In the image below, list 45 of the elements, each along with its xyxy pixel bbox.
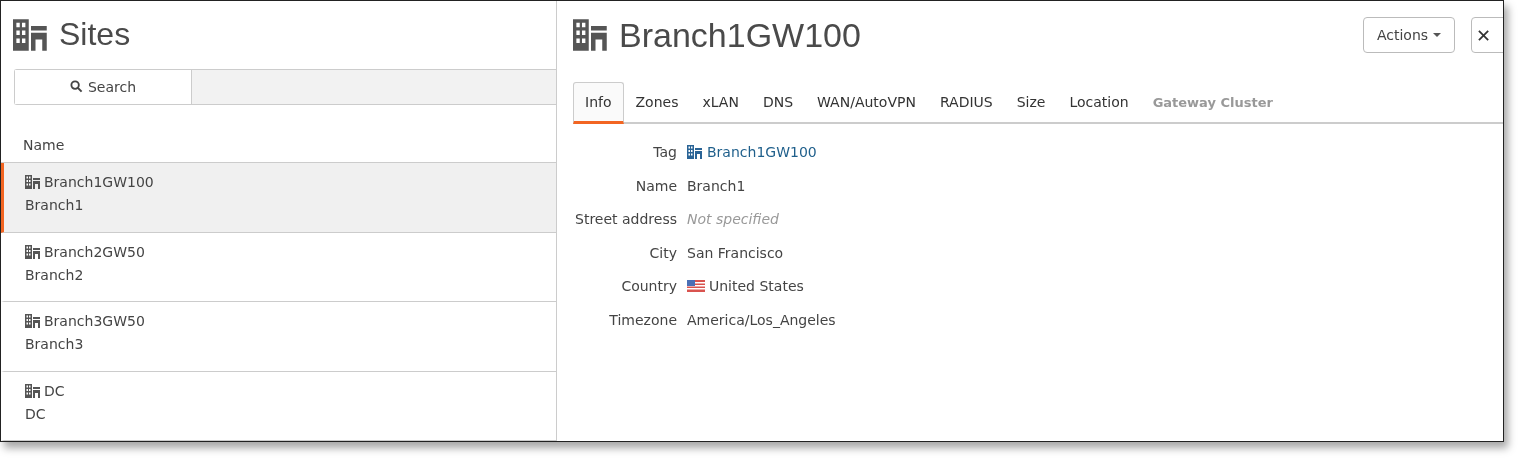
field-label: Street address [575, 210, 677, 229]
site-subtitle: DC [25, 405, 46, 422]
building-icon [687, 145, 703, 160]
tab[interactable]: RADIUS [927, 82, 1005, 124]
tab[interactable]: Info [573, 82, 624, 124]
field-label: City [649, 243, 677, 263]
tab[interactable]: xLAN [690, 82, 751, 124]
tab[interactable]: Zones [623, 82, 691, 124]
field-value: Not specified [687, 210, 779, 229]
field-label: Name [635, 176, 677, 196]
site-subtitle: Branch2 [25, 266, 84, 283]
site-subtitle: Branch1 [25, 197, 84, 214]
detail-title: Branch1GW100 [619, 15, 861, 55]
site-list-item[interactable]: DC DC [1, 371, 556, 441]
field-value: United States [709, 277, 804, 296]
caret-icon [1433, 33, 1442, 37]
site-name: Branch2GW50 [44, 243, 145, 260]
site-list-item[interactable]: Branch1GW100 Branch1 [1, 163, 556, 233]
building-icon [25, 244, 41, 259]
building-icon [25, 175, 41, 190]
field-label: Tag [653, 143, 677, 162]
flag-icon [687, 280, 705, 293]
site-name: Branch3GW50 [44, 313, 145, 330]
field-value: Branch1 [687, 176, 746, 196]
site-list-item[interactable]: Branch2GW50 Branch2 [1, 232, 556, 303]
tag-link[interactable]: Branch1GW100 [707, 142, 817, 163]
tab[interactable]: Location [1057, 82, 1141, 124]
tab[interactable]: DNS [750, 82, 806, 124]
actions-button[interactable]: Actions [1363, 17, 1455, 53]
site-list-item[interactable]: Branch3GW50 Branch3 [1, 302, 556, 372]
tab[interactable]: WAN/AutoVPN [805, 82, 928, 124]
building-icon [573, 19, 609, 51]
building-icon [25, 383, 41, 398]
site-name: DC [44, 382, 65, 399]
site-subtitle: Branch3 [25, 336, 84, 353]
field-value: San Francisco [687, 243, 784, 263]
building-icon [13, 18, 49, 51]
close-button[interactable]: ✕ [1471, 17, 1503, 53]
field-label: Country [621, 277, 677, 296]
page-title: Sites [59, 16, 131, 54]
tab[interactable]: Size [1004, 82, 1058, 124]
field-label: Timezone [609, 310, 677, 330]
building-icon [25, 314, 41, 329]
site-name: Branch1GW100 [44, 174, 154, 191]
field-value: America/Los_Angeles [687, 310, 836, 330]
